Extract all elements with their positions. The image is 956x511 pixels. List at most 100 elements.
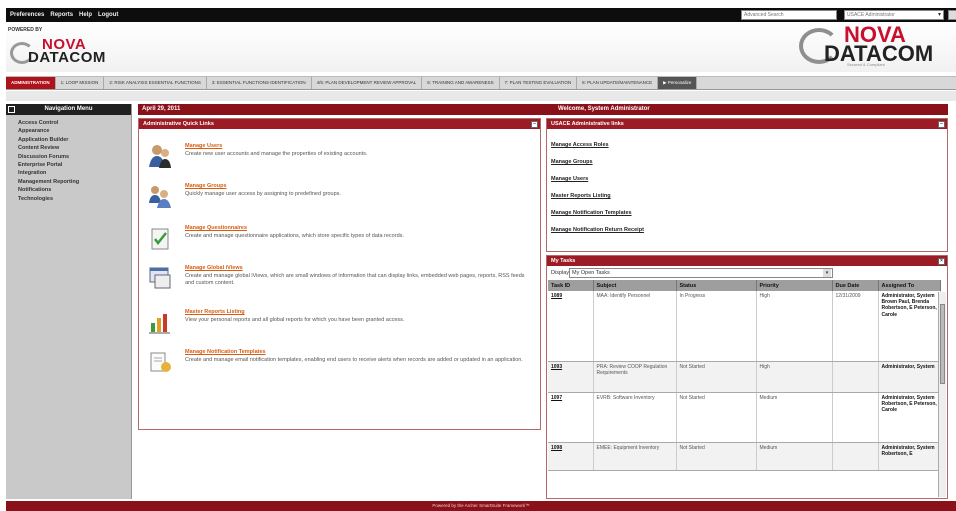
sub-navigation-bar bbox=[6, 91, 956, 101]
task-assigned-to: Administrator, System Robertson, E Peter… bbox=[878, 392, 941, 443]
scrollbar-thumb[interactable] bbox=[940, 304, 945, 384]
groups-icon bbox=[149, 186, 171, 208]
sidebar-item-content-review[interactable]: Content Review bbox=[18, 144, 131, 152]
tab-loop-mission[interactable]: 1: LOOP MISSION bbox=[56, 77, 105, 89]
quick-link-notification-templates: Manage Notification Templates Create and… bbox=[145, 347, 535, 387]
preferences-link[interactable]: Preferences bbox=[10, 12, 44, 18]
tasks-table-header: Task ID Subject Status Priority Due Date… bbox=[548, 280, 941, 291]
sidebar-item-application-builder[interactable]: Application Builder bbox=[18, 136, 131, 144]
task-due-date bbox=[832, 392, 879, 443]
tab-plan-update[interactable]: 8: PLAN UPDATE/MAINTENANCE bbox=[577, 77, 659, 89]
usace-links-panel: USACE Administrative links – Manage Acce… bbox=[546, 118, 948, 252]
sidebar-item-appearance[interactable]: Appearance bbox=[18, 127, 131, 135]
close-icon[interactable]: × bbox=[938, 257, 945, 265]
sidebar-item-management-reporting[interactable]: Management Reporting bbox=[18, 178, 131, 186]
manage-users-description: Create new user accounts and manage the … bbox=[185, 151, 368, 157]
reports-link[interactable]: Reports bbox=[50, 12, 73, 18]
reports-icon bbox=[149, 314, 170, 334]
tab-risk-analysis[interactable]: 2: RISK ANALYSIS ESSENTIAL FUNCTIONS bbox=[104, 77, 207, 89]
task-id[interactable]: 1089 bbox=[548, 291, 594, 362]
task-subject: EMEE: Equipment Inventory bbox=[593, 442, 677, 471]
my-tasks-title: My Tasks bbox=[551, 258, 576, 264]
quick-links-panel: Administrative Quick Links – Manage User… bbox=[138, 118, 541, 430]
display-filter-select[interactable]: My Open Tasks ▾ bbox=[569, 268, 833, 278]
col-due-date[interactable]: Due Date bbox=[832, 280, 879, 291]
tasks-table: Task ID Subject Status Priority Due Date… bbox=[548, 280, 941, 471]
tasks-scrollbar[interactable] bbox=[938, 292, 946, 497]
logout-link[interactable]: Logout bbox=[98, 12, 118, 18]
sidebar-item-integration[interactable]: Integration bbox=[18, 169, 131, 177]
task-status: Not Started bbox=[676, 442, 757, 471]
table-row[interactable]: 1097 EVRB: Software Inventory Not Starte… bbox=[548, 392, 941, 443]
task-priority: Medium bbox=[756, 392, 833, 443]
notification-templates-link[interactable]: Manage Notification Templates bbox=[185, 349, 266, 355]
minimize-icon[interactable]: – bbox=[938, 120, 945, 128]
go-button[interactable] bbox=[948, 10, 956, 20]
tab-plan-development[interactable]: 4/5: PLAN DEVELOPMENT REVIEW APPROVAL bbox=[312, 77, 423, 89]
welcome-bar: April 29, 2011 Welcome, System Administr… bbox=[138, 104, 948, 115]
quick-links-title: Administrative Quick Links bbox=[143, 121, 214, 127]
task-id[interactable]: 1098 bbox=[548, 442, 594, 471]
tab-personalize[interactable]: ▶ Personalize bbox=[658, 77, 698, 89]
task-status: Not Started bbox=[676, 392, 757, 443]
manage-groups-link[interactable]: Manage Groups bbox=[185, 183, 227, 189]
table-row[interactable]: 1093 PRA: Review COOP Regulation Require… bbox=[548, 361, 941, 393]
task-priority: Medium bbox=[756, 442, 833, 471]
collapse-icon[interactable] bbox=[8, 106, 15, 113]
task-due-date bbox=[832, 442, 879, 471]
usace-manage-users-link[interactable]: Manage Users bbox=[551, 171, 947, 188]
sidebar-item-notifications[interactable]: Notifications bbox=[18, 186, 131, 194]
nova-datacom-logo-large: NOVA DATACOM Secured & Compliant bbox=[799, 22, 956, 70]
manage-users-link[interactable]: Manage Users bbox=[185, 143, 222, 149]
search-input[interactable]: Advanced Search bbox=[741, 10, 837, 20]
navigation-menu-list: Access Control Appearance Application Bu… bbox=[6, 115, 131, 203]
notification-return-receipt-link[interactable]: Manage Notification Return Receipt bbox=[551, 222, 947, 239]
manage-access-roles-link[interactable]: Manage Access Roles bbox=[551, 137, 947, 154]
tab-plan-testing[interactable]: 7: PLAN TESTING EVALUATION bbox=[500, 77, 578, 89]
sidebar-item-technologies[interactable]: Technologies bbox=[18, 195, 131, 203]
task-subject: MAA: Identify Personnel bbox=[593, 291, 677, 362]
col-priority[interactable]: Priority bbox=[756, 280, 833, 291]
col-subject[interactable]: Subject bbox=[593, 280, 677, 291]
task-due-date: 12/31/2009 bbox=[832, 291, 879, 362]
table-row[interactable]: 1089 MAA: Identify Personnel In Progress… bbox=[548, 291, 941, 362]
role-dropdown[interactable]: USACE Administrator ▾ bbox=[844, 10, 944, 20]
manage-questionnaires-link[interactable]: Manage Questionnaires bbox=[185, 225, 247, 231]
usace-notification-templates-link[interactable]: Manage Notification Templates bbox=[551, 205, 947, 222]
col-assigned-to[interactable]: Assigned To bbox=[878, 280, 941, 291]
sidebar-item-access-control[interactable]: Access Control bbox=[18, 119, 131, 127]
chevron-down-icon: ▾ bbox=[937, 12, 941, 18]
footer: Powered by the Archer SmartSuite Framewo… bbox=[6, 501, 956, 511]
sidebar-item-discussion-forums[interactable]: Discussion Forums bbox=[18, 153, 131, 161]
my-tasks-header: My Tasks × bbox=[547, 256, 947, 266]
my-tasks-panel: My Tasks × Display: My Open Tasks ▾ Task… bbox=[546, 255, 948, 499]
master-reports-link[interactable]: Master Reports Listing bbox=[185, 309, 245, 315]
welcome-message: Welcome, System Administrator bbox=[558, 106, 650, 112]
quick-link-manage-questionnaires: Manage Questionnaires Create and manage … bbox=[145, 223, 535, 263]
usace-master-reports-link[interactable]: Master Reports Listing bbox=[551, 188, 947, 205]
navigation-menu-header: Navigation Menu bbox=[6, 104, 131, 115]
manage-global-iviews-link[interactable]: Manage Global iViews bbox=[185, 265, 243, 271]
table-row[interactable]: 1098 EMEE: Equipment Inventory Not Start… bbox=[548, 442, 941, 471]
notification-icon bbox=[150, 352, 171, 372]
usace-links-list: Manage Access Roles Manage Groups Manage… bbox=[547, 129, 947, 239]
col-task-id[interactable]: Task ID bbox=[548, 280, 594, 291]
usace-manage-groups-link[interactable]: Manage Groups bbox=[551, 154, 947, 171]
sidebar-item-enterprise-portal[interactable]: Enterprise Portal bbox=[18, 161, 131, 169]
header: POWERED BY NOVA DATACOM NOVA DATACOM Sec… bbox=[6, 22, 956, 72]
tab-training[interactable]: 6: TRAINING AND AWARENESS bbox=[422, 77, 500, 89]
current-date: April 29, 2011 bbox=[142, 106, 181, 112]
task-id[interactable]: 1097 bbox=[548, 392, 594, 443]
minimize-icon[interactable]: – bbox=[531, 120, 538, 128]
col-status[interactable]: Status bbox=[676, 280, 757, 291]
display-filter-row: Display: My Open Tasks ▾ bbox=[547, 266, 947, 280]
workspace-tabs: ADMINISTRATION 1: LOOP MISSION 2: RISK A… bbox=[6, 76, 956, 90]
task-assigned-to: Administrator, System Robertson, E bbox=[878, 442, 941, 471]
nova-datacom-logo-small: NOVA DATACOM bbox=[10, 36, 160, 68]
task-subject: EVRB: Software Inventory bbox=[593, 392, 677, 443]
task-id[interactable]: 1093 bbox=[548, 361, 594, 393]
tab-administration[interactable]: ADMINISTRATION bbox=[6, 77, 56, 89]
help-link[interactable]: Help bbox=[79, 12, 92, 18]
usace-links-header: USACE Administrative links – bbox=[547, 119, 947, 129]
tab-essential-functions[interactable]: 3: ESSENTIAL FUNCTIONS IDENTIFICATION bbox=[207, 77, 312, 89]
